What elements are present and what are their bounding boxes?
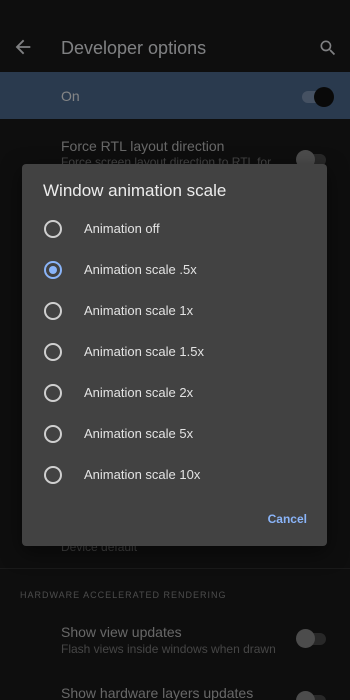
option-animation-off[interactable]: Animation off [22, 211, 327, 247]
switch-thumb [296, 691, 315, 700]
show-view-updates-switch[interactable] [296, 629, 328, 648]
radio-button[interactable] [44, 466, 62, 484]
switch-thumb [296, 629, 315, 648]
option-animation-scale-2x[interactable]: Animation scale 2x [22, 375, 327, 411]
setting-show-view-updates[interactable]: Show view updates Flash views inside win… [0, 620, 350, 660]
option-label: Animation scale 10x [84, 467, 201, 482]
radio-button[interactable] [44, 220, 62, 238]
cancel-button[interactable]: Cancel [268, 512, 307, 526]
dialog-title: Window animation scale [43, 181, 227, 200]
option-label: Animation scale 5x [84, 426, 194, 441]
show-hardware-layers-switch[interactable] [296, 691, 328, 700]
page-title: Developer options [61, 38, 207, 58]
option-label: Animation scale .5x [84, 262, 197, 277]
option-label: Animation scale 2x [84, 385, 194, 400]
option-animation-scale-1-5x[interactable]: Animation scale 1.5x [22, 334, 327, 370]
radio-button[interactable] [44, 425, 62, 443]
setting-title: Show view updates [61, 624, 182, 640]
radio-button-selected[interactable] [44, 261, 62, 279]
option-animation-scale-0-5x[interactable]: Animation scale .5x [22, 252, 327, 288]
section-header-hardware: HARDWARE ACCELERATED RENDERING [20, 590, 227, 600]
search-icon[interactable] [318, 38, 338, 58]
section-divider [0, 568, 350, 569]
setting-title: Show hardware layers updates [61, 685, 254, 700]
window-animation-scale-dialog: Window animation scale Animation off Ani… [22, 164, 327, 546]
master-toggle-label: On [61, 88, 80, 104]
radio-button[interactable] [44, 302, 62, 320]
option-label: Animation off [84, 221, 160, 236]
radio-button[interactable] [44, 384, 62, 402]
setting-subtitle: Flash views inside windows when drawn [61, 642, 276, 656]
setting-title: Force RTL layout direction [61, 138, 225, 154]
master-switch[interactable] [302, 87, 334, 107]
option-label: Animation scale 1x [84, 303, 194, 318]
setting-show-hardware-layers-updates[interactable]: Show hardware layers updates [0, 680, 350, 700]
option-animation-scale-1x[interactable]: Animation scale 1x [22, 293, 327, 329]
option-label: Animation scale 1.5x [84, 344, 204, 359]
option-animation-scale-10x[interactable]: Animation scale 10x [22, 457, 327, 493]
switch-thumb [314, 87, 334, 107]
option-animation-scale-5x[interactable]: Animation scale 5x [22, 416, 327, 452]
radio-button[interactable] [44, 343, 62, 361]
developer-options-master-toggle-row[interactable]: On [0, 72, 350, 119]
app-bar: Developer options [0, 0, 350, 72]
arrow-back-icon[interactable] [12, 36, 34, 58]
